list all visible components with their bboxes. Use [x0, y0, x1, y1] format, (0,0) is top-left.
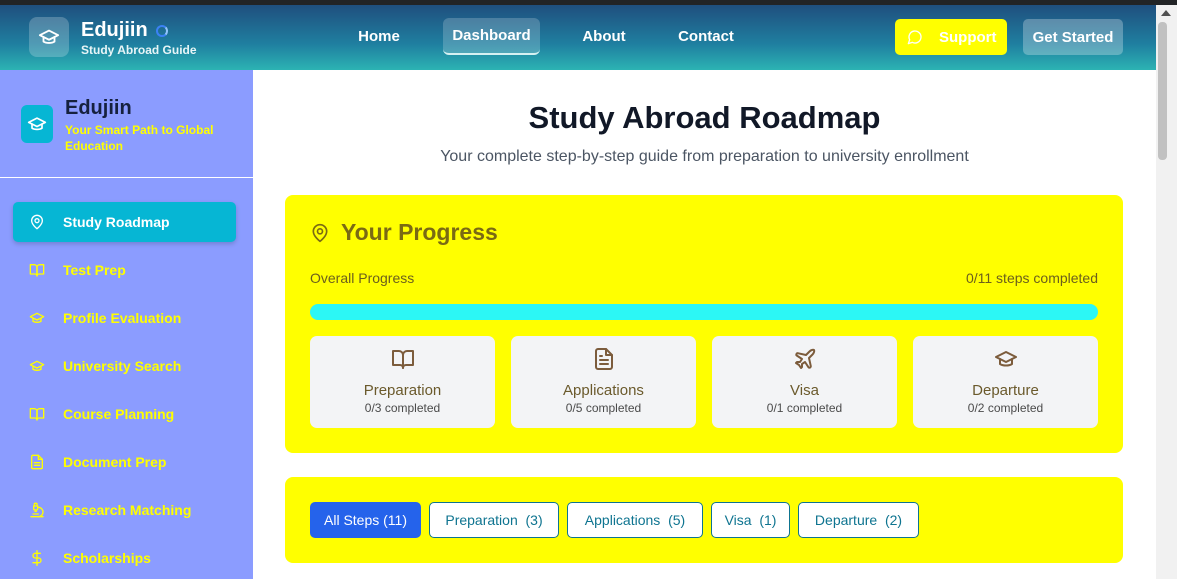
support-button-label: Support [939, 28, 997, 46]
chat-bubble-icon [907, 30, 922, 45]
stat-count: 0/3 completed [364, 401, 441, 415]
map-pin-icon [312, 223, 328, 242]
stat-card-preparation[interactable]: Preparation 0/3 completed [310, 336, 495, 428]
scrollbar-thumb[interactable] [1158, 22, 1167, 160]
top-navbar: Edujiin Study Abroad Guide Home Dashboar… [0, 5, 1156, 70]
sidebar-item-profile-evaluation[interactable]: Profile Evaluation [13, 298, 236, 338]
sidebar: Edujiin Your Smart Path to Global Educat… [0, 70, 253, 579]
graduation-cap-icon [29, 312, 45, 323]
progress-heading: Your Progress [310, 219, 498, 246]
page-subtitle: Your complete step-by-step guide from pr… [440, 148, 969, 165]
overall-progress-label: Overall Progress [310, 270, 415, 286]
sidebar-item-course-planning[interactable]: Course Planning [13, 394, 236, 434]
brand-title-text: Edujiin [81, 19, 148, 41]
book-open-icon [29, 408, 45, 421]
sidebar-item-label: Research Matching [63, 502, 192, 518]
filter-applications[interactable]: Applications (5) [567, 502, 703, 538]
sidebar-tagline: Your Smart Path to Global Education [65, 123, 214, 153]
plane-icon [794, 348, 815, 369]
stat-name: Preparation [363, 382, 442, 399]
filter-card: All Steps (11) Preparation (3) Applicati… [285, 477, 1123, 563]
graduation-cap-icon [29, 360, 45, 371]
stat-card-departure[interactable]: Departure 0/2 completed [913, 336, 1098, 428]
graduation-cap-icon [38, 29, 60, 44]
sidebar-item-label: Course Planning [63, 406, 175, 422]
sidebar-item-label: Test Prep [63, 262, 126, 278]
sidebar-logo [21, 105, 53, 143]
stat-count: 0/2 completed [967, 401, 1044, 415]
graduation-cap-icon [994, 351, 1017, 367]
progress-card: Your Progress Overall Progress 0/11 step… [285, 195, 1123, 453]
filter-preparation[interactable]: Preparation (3) [429, 502, 559, 538]
map-pin-icon [31, 214, 43, 230]
page-title: Study Abroad Roadmap [528, 100, 881, 135]
stat-name: Visa [790, 382, 819, 399]
stat-name: Applications [563, 382, 644, 399]
nav-about[interactable]: About [575, 18, 633, 55]
nav-contact[interactable]: Contact [670, 18, 742, 55]
nav-dashboard[interactable]: Dashboard [443, 18, 540, 55]
stat-count: 0/5 completed [565, 401, 642, 415]
filter-all-steps[interactable]: All Steps (11) [310, 502, 421, 538]
sidebar-item-research-matching[interactable]: Research Matching [13, 490, 236, 530]
sidebar-item-label: University Search [63, 358, 182, 374]
sidebar-item-university-search[interactable]: University Search [13, 346, 236, 386]
sidebar-item-label: Document Prep [63, 454, 167, 470]
sidebar-divider [0, 177, 253, 178]
sidebar-item-test-prep[interactable]: Test Prep [13, 250, 236, 290]
overall-progress-bar [310, 304, 1098, 320]
book-open-icon [29, 264, 45, 277]
brand-subtitle: Study Abroad Guide [81, 43, 197, 57]
loading-spinner-icon [155, 24, 168, 37]
sidebar-item-label: Scholarships [63, 550, 151, 566]
filter-departure[interactable]: Departure (2) [798, 502, 919, 538]
sidebar-item-study-roadmap[interactable]: Study Roadmap [13, 202, 236, 242]
support-button[interactable]: Support [895, 19, 1007, 55]
filter-visa[interactable]: Visa (1) [711, 502, 790, 538]
microscope-icon [30, 502, 44, 518]
get-started-button[interactable]: Get Started [1023, 19, 1123, 55]
overall-progress-summary: 0/11 steps completed [965, 270, 1098, 286]
stat-card-visa[interactable]: Visa 0/1 completed [712, 336, 897, 428]
graduation-cap-icon [27, 117, 47, 131]
sidebar-item-scholarships[interactable]: Scholarships [13, 538, 236, 578]
file-text-icon [594, 348, 613, 370]
stat-card-applications[interactable]: Applications 0/5 completed [511, 336, 696, 428]
stat-count: 0/1 completed [766, 401, 843, 415]
brand-logo[interactable] [29, 17, 69, 57]
file-text-icon [31, 454, 43, 470]
stat-name: Departure [972, 382, 1039, 399]
sidebar-item-label: Profile Evaluation [63, 310, 182, 326]
dollar-sign-icon [32, 550, 42, 566]
sidebar-item-label: Study Roadmap [63, 214, 170, 230]
scroll-up-arrow-icon[interactable] [1161, 10, 1171, 16]
sidebar-item-document-prep[interactable]: Document Prep [13, 442, 236, 482]
book-open-icon [391, 350, 414, 369]
sidebar-title: Edujiin [65, 97, 132, 119]
nav-home[interactable]: Home [350, 18, 408, 55]
progress-heading-text: Your Progress [341, 219, 498, 245]
brand-title: Edujiin [81, 19, 168, 42]
